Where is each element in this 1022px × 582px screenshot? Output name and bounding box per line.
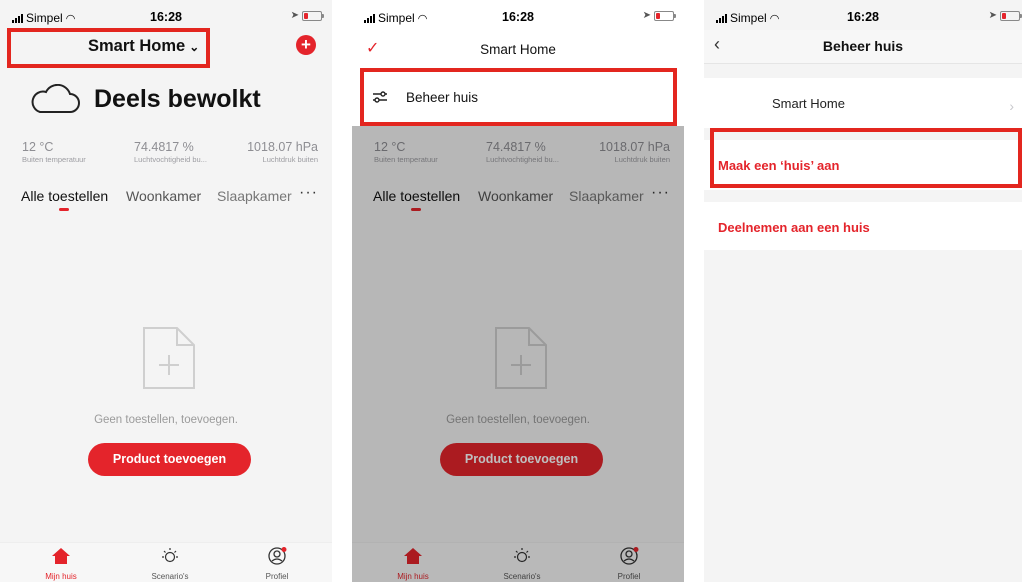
join-home-label: Deelnemen aan een huis [718, 220, 870, 235]
more-tabs-button[interactable]: ··· [299, 184, 318, 202]
join-home-row[interactable]: Deelnemen aan een huis [704, 202, 1022, 250]
page-title: Beheer huis [822, 38, 904, 54]
screen-home-menu: Simpel ◠ 16:28 ➤ 12 °C Buiten temperatuu… [352, 0, 684, 582]
status-right: ➤ [642, 10, 676, 21]
stat-value: 74.4817 % [134, 140, 194, 154]
weather-stats: 12 °C Buiten temperatuur 74.4817 % Lucht… [0, 140, 332, 170]
tab-bar: Mijn huis Scenario's Profiel [0, 542, 332, 582]
tabbar-label: Mijn huis [45, 572, 77, 581]
status-time: 16:28 [847, 10, 879, 24]
stat-humidity: 74.4817 % Luchtvochtigheid bu... [134, 140, 207, 164]
status-bar: Simpel ◠ 16:28 ➤ [704, 0, 1022, 30]
stat-label: Luchtvochtigheid bu... [134, 155, 207, 164]
nav-bar: ‹ Beheer huis [704, 30, 1022, 64]
screen-manage-homes: Simpel ◠ 16:28 ➤ ‹ Beheer huis Smart Hom… [704, 0, 1022, 582]
stat-value: 1018.07 hPa [247, 140, 318, 154]
tabbar-label: Scenario's [151, 572, 189, 581]
tab-bedroom[interactable]: Slaapkamer [217, 188, 292, 204]
home-list-item[interactable]: Smart Home › [704, 78, 1022, 128]
stat-temperature: 12 °C Buiten temperatuur [22, 140, 86, 164]
location-icon: ➤ [290, 10, 299, 21]
stat-label: Buiten temperatuur [22, 155, 86, 164]
highlight-create-home [710, 128, 1022, 188]
weather-text: Deels bewolkt [94, 84, 261, 113]
menu-title: Smart Home [480, 42, 556, 57]
status-bar: Simpel ◠ 16:28 ➤ [352, 0, 684, 30]
location-icon: ➤ [988, 10, 997, 21]
empty-state-text: Geen toestellen, toevoegen. [94, 414, 238, 426]
cloud-icon [31, 84, 80, 113]
tab-living-room[interactable]: Woonkamer [126, 188, 201, 204]
profile-icon [268, 547, 287, 565]
stat-pressure: 1018.07 hPa Luchtdruk buiten [247, 140, 318, 164]
tab-all-devices[interactable]: Alle toestellen [21, 188, 108, 204]
highlight-manage-home [360, 68, 677, 126]
status-right: ➤ [988, 10, 1022, 21]
highlight-home-selector [7, 28, 210, 68]
status-bar: Simpel ◠ 16:28 ➤ [0, 0, 332, 30]
weather-summary: Deels bewolkt [30, 84, 261, 114]
location-icon: ➤ [642, 10, 651, 21]
tabbar-scenarios[interactable]: Scenario's [130, 547, 210, 581]
tabbar-my-home[interactable]: Mijn huis [21, 547, 101, 581]
screen-home: Simpel ◠ 16:28 ➤ Smart Home ⌄ + Deels bew… [0, 0, 332, 582]
house-icon [52, 548, 70, 564]
menu-header: ✓ Smart Home [352, 30, 684, 68]
status-right: ➤ [290, 10, 324, 21]
stat-label: Luchtdruk buiten [262, 155, 318, 164]
battery-icon [302, 10, 324, 21]
sun-icon [162, 548, 178, 563]
add-product-button[interactable]: Product toevoegen [88, 443, 251, 476]
room-tabs: Alle toestellen Woonkamer Slaapkamer ··· [21, 184, 332, 218]
battery-icon [1000, 10, 1022, 21]
home-name: Smart Home [772, 96, 845, 111]
dim-overlay[interactable] [352, 126, 684, 582]
plus-icon[interactable]: + [296, 35, 316, 55]
tab-indicator [59, 208, 69, 211]
file-add-icon [143, 327, 195, 389]
chevron-right-icon: › [1009, 98, 1014, 114]
status-time: 16:28 [502, 10, 534, 24]
status-time: 16:28 [150, 10, 182, 24]
stat-value: 12 °C [22, 140, 54, 154]
battery-icon [654, 10, 676, 21]
tabbar-profile[interactable]: Profiel [237, 547, 317, 581]
tabbar-label: Profiel [265, 572, 289, 581]
